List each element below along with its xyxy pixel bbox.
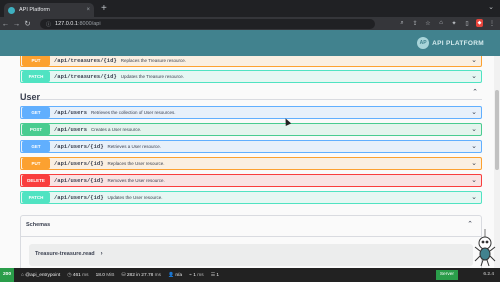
operation-put-user[interactable]: PUT /api/users/{id} Replaces the User re… (20, 157, 482, 170)
browser-tab[interactable]: API Platform × (4, 3, 94, 17)
operation-summary: Removes the User resource. (107, 178, 165, 183)
tab-title: API Platform (19, 7, 50, 13)
chevron-down-icon[interactable]: ⌄ (471, 71, 477, 83)
forward-icon[interactable]: → (11, 19, 22, 28)
security-status[interactable]: 👤 n/a (168, 273, 182, 278)
method-badge: PUT (22, 56, 50, 66)
logs-count[interactable]: ☰ 1 (211, 273, 219, 278)
operation-path: /api/treasures/{id} (54, 57, 117, 64)
info-icon[interactable]: ⓘ (46, 21, 51, 28)
divider (21, 236, 481, 237)
address-bar[interactable]: ⓘ 127.0.0.1:8000/api (40, 19, 375, 29)
url-path: :8000/api (77, 21, 101, 27)
operation-summary: Replaces the User resource. (107, 161, 165, 166)
model-name: Treasure-treasure.read › (35, 251, 103, 257)
operation-path: /api/users (54, 109, 88, 116)
swagger-content: PUT /api/treasures/{id} Replaces the Tre… (0, 56, 500, 268)
back-icon[interactable]: ← (0, 19, 11, 28)
chevron-down-icon[interactable]: ⌄ (471, 141, 477, 153)
operation-patch-user[interactable]: PATCH /api/users/{id} Updates the User r… (20, 191, 482, 204)
new-tab-button[interactable]: + (101, 3, 107, 15)
chevron-down-icon[interactable]: ⌄ (471, 192, 477, 204)
spider-mascot-icon (474, 229, 496, 267)
url-host: 127.0.0.1 (55, 21, 78, 27)
extensions-icon[interactable]: ✦ (450, 20, 458, 27)
debug-toolbar: 200 ⌂ @api_entrypoint ◷ 461 ms 18.0 MiB … (0, 268, 500, 282)
operation-summary: Creates a User resource. (91, 127, 142, 132)
chevron-up-icon[interactable]: ⌃ (472, 88, 478, 96)
schema-model[interactable]: Treasure-treasure.read › (29, 244, 473, 266)
toolbar-actions: ⌕ ⇪ ☆ ⌂ ✦ ▯ ◆ ⋮ (398, 19, 496, 27)
operation-path: /api/users/{id} (54, 143, 104, 150)
operation-path: /api/treasures/{id} (54, 73, 117, 80)
window-controls: ⌄ (488, 3, 494, 11)
chevron-down-icon[interactable]: ⌄ (471, 107, 477, 119)
operation-put-treasure[interactable]: PUT /api/treasures/{id} Replaces the Tre… (20, 56, 482, 67)
chevron-right-icon[interactable]: › (101, 251, 103, 257)
memory-usage[interactable]: 18.0 MiB (96, 273, 115, 278)
operation-path: /api/users/{id} (54, 194, 104, 201)
method-badge: DELETE (22, 175, 50, 186)
scroll-thumb[interactable] (495, 90, 499, 170)
operation-path: /api/users (54, 126, 88, 133)
operation-delete-user[interactable]: DELETE /api/users/{id} Removes the User … (20, 174, 482, 187)
operation-path: /api/users/{id} (54, 177, 104, 184)
operation-path: /api/users/{id} (54, 160, 104, 167)
operation-summary: Updates the Treasure resource. (120, 74, 185, 79)
operation-post-users[interactable]: POST /api/users Creates a User resource.… (20, 123, 482, 136)
user-tag-header[interactable]: User ⌃ (20, 87, 482, 102)
operation-get-users[interactable]: GET /api/users Retrieves the collection … (20, 106, 482, 119)
chevron-up-icon[interactable]: ⌃ (467, 220, 473, 228)
app-header: AP API PLATFORM (0, 30, 500, 56)
method-badge: PATCH (22, 71, 50, 82)
operation-summary: Retrieves the collection of User resourc… (91, 110, 176, 115)
extension-icon[interactable]: ◆ (476, 19, 483, 27)
reload-icon[interactable]: ↻ (22, 19, 33, 28)
chevron-down-icon[interactable]: ⌄ (471, 175, 477, 187)
request-time[interactable]: ◷ 461 ms (67, 273, 88, 278)
schemas-section: Schemas ⌃ Treasure-treasure.read › (20, 215, 482, 268)
cache-stats[interactable]: ⛁ 282 in 27.78 ms (122, 273, 162, 278)
spider-logo-icon: AP (417, 37, 430, 49)
browser-toolbar: ← → ↻ ⓘ 127.0.0.1:8000/api ⌕ ⇪ ☆ ⌂ ✦ ▯ ◆… (0, 17, 500, 30)
operation-get-user[interactable]: GET /api/users/{id} Retrieves a User res… (20, 140, 482, 153)
operation-summary: Replaces the Treasure resource. (120, 58, 187, 63)
method-badge: PATCH (22, 192, 50, 203)
sidebar-icon[interactable]: ▯ (463, 20, 471, 27)
chevron-down-icon[interactable]: ⌄ (471, 158, 477, 170)
route-name[interactable]: ⌂ @api_entrypoint (21, 273, 60, 278)
operation-patch-treasure[interactable]: PATCH /api/treasures/{id} Updates the Tr… (20, 70, 482, 83)
twig-time[interactable]: ⌁ 1 ms (189, 273, 204, 278)
operation-summary: Updates the User resource. (107, 195, 163, 200)
chevron-down-icon[interactable]: ⌄ (471, 56, 477, 67)
api-platform-logo: AP API PLATFORM (417, 37, 484, 49)
symfony-version[interactable]: 6.2.4 (483, 268, 494, 282)
favicon-icon (8, 6, 15, 14)
method-badge: GET (22, 107, 50, 118)
method-badge: GET (22, 141, 50, 152)
status-code[interactable]: 200 (0, 268, 15, 282)
server-badge[interactable]: Server (435, 270, 458, 280)
method-badge: PUT (22, 158, 50, 169)
method-badge: POST (22, 124, 50, 135)
logo-text: API PLATFORM (432, 39, 484, 47)
share-icon[interactable]: ⇪ (411, 20, 419, 27)
bookmark-star-icon[interactable]: ☆ (424, 20, 432, 27)
close-tab-icon[interactable]: × (86, 7, 90, 13)
tab-search-icon[interactable]: ⌄ (488, 3, 494, 11)
menu-icon[interactable]: ⋮ (488, 20, 496, 27)
operation-summary: Retrieves a User resource. (107, 144, 162, 149)
schemas-title[interactable]: Schemas (26, 222, 50, 228)
browser-tab-strip: API Platform × + ⌄ (0, 0, 500, 17)
home-icon[interactable]: ⌂ (437, 20, 445, 26)
chevron-down-icon[interactable]: ⌄ (471, 124, 477, 136)
zoom-icon[interactable]: ⌕ (398, 20, 406, 27)
tag-title: User (20, 92, 41, 102)
